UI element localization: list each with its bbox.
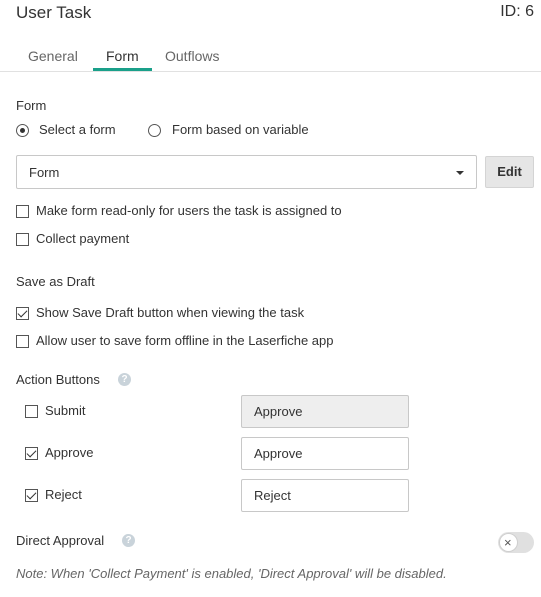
direct-approval-label: Direct Approval [16, 533, 105, 548]
show-save-draft-label[interactable]: Show Save Draft button when viewing the … [36, 305, 304, 320]
close-icon: × [504, 535, 512, 550]
form-select-value: Form [29, 165, 60, 180]
tab-general[interactable]: General [28, 48, 78, 64]
form-select[interactable]: Form [16, 155, 477, 189]
select-form-radio[interactable] [16, 124, 29, 137]
submit-button-checkbox[interactable] [25, 405, 38, 418]
show-save-draft-checkbox[interactable] [16, 307, 29, 320]
action-buttons-section-label: Action Buttons [16, 372, 100, 387]
collect-payment-checkbox[interactable] [16, 233, 29, 246]
edit-form-button[interactable]: Edit [485, 156, 534, 188]
help-icon[interactable]: ? [122, 534, 135, 547]
reject-button-text-input[interactable]: Reject [241, 479, 409, 512]
caret-down-icon [456, 171, 464, 175]
toggle-knob: × [499, 533, 518, 552]
form-section-label: Form [16, 98, 47, 113]
tab-divider [0, 71, 541, 72]
approve-button-text-input[interactable]: Approve [241, 437, 409, 470]
form-variable-radio-label[interactable]: Form based on variable [172, 122, 309, 137]
approve-button-label[interactable]: Approve [45, 445, 93, 460]
select-form-radio-label[interactable]: Select a form [39, 122, 116, 137]
help-icon[interactable]: ? [118, 373, 131, 386]
collect-payment-label[interactable]: Collect payment [36, 231, 129, 246]
allow-offline-label[interactable]: Allow user to save form offline in the L… [36, 333, 333, 348]
approve-button-checkbox[interactable] [25, 447, 38, 460]
tab-form[interactable]: Form [106, 48, 139, 64]
tab-outflows[interactable]: Outflows [165, 48, 219, 64]
save-draft-section-label: Save as Draft [16, 274, 95, 289]
allow-offline-checkbox[interactable] [16, 335, 29, 348]
reject-button-checkbox[interactable] [25, 489, 38, 502]
tab-bar: General Form Outflows [0, 0, 541, 72]
form-variable-radio[interactable] [148, 124, 161, 137]
submit-button-label[interactable]: Submit [45, 403, 85, 418]
direct-approval-note: Note: When 'Collect Payment' is enabled,… [16, 566, 447, 581]
direct-approval-toggle[interactable]: × [498, 532, 534, 553]
reject-button-label[interactable]: Reject [45, 487, 82, 502]
read-only-label[interactable]: Make form read-only for users the task i… [36, 203, 342, 218]
submit-button-text-input: Approve [241, 395, 409, 428]
read-only-checkbox[interactable] [16, 205, 29, 218]
